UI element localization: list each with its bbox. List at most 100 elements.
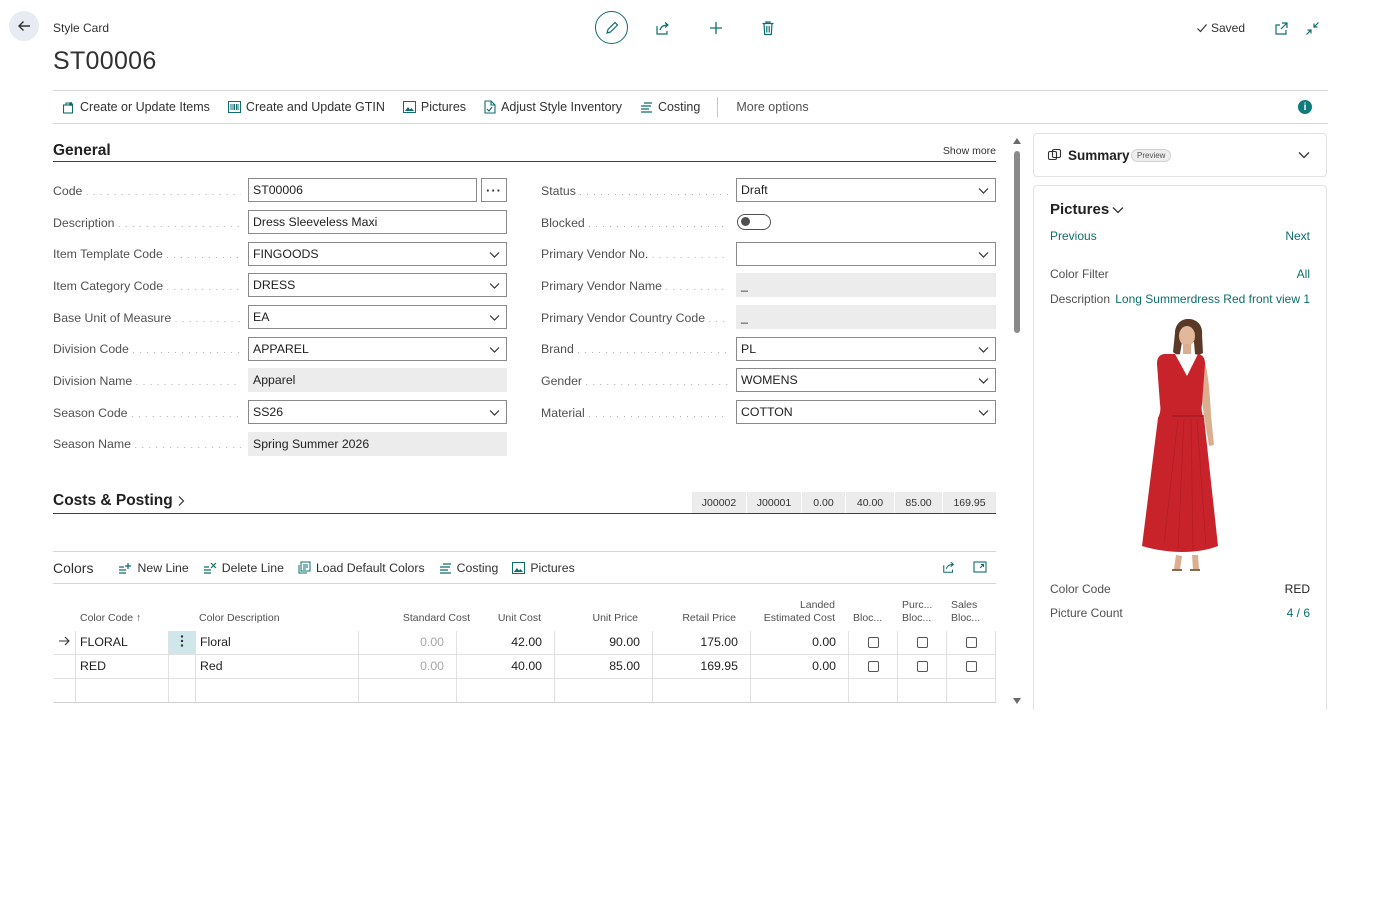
sales-blocked-column-header[interactable]: Sales Bloc... — [951, 599, 980, 625]
table-row[interactable]: FLORAL Floral 0.00 42.00 90.00 175.00 0.… — [53, 631, 996, 655]
retail-price-column-header[interactable]: Retail Price — [651, 612, 736, 625]
division-code-select[interactable]: APPAREL — [248, 337, 507, 361]
retail-price-cell[interactable]: 175.00 — [652, 631, 750, 654]
color-code-column-header[interactable]: Color Code ↑ — [80, 612, 141, 625]
unit-cost-cell[interactable]: 40.00 — [456, 655, 554, 678]
chevron-down-icon[interactable] — [1298, 150, 1310, 160]
blocked-toggle[interactable] — [737, 214, 771, 230]
table-row[interactable]: RED Red 0.00 40.00 85.00 169.95 0.00 — [53, 655, 996, 679]
material-select[interactable]: COTTON — [736, 400, 996, 424]
code-assist-button[interactable]: ··· — [481, 178, 507, 202]
empty-cell[interactable] — [75, 679, 168, 702]
share-button[interactable] — [652, 17, 674, 39]
color-code-cell[interactable]: FLORAL — [75, 631, 168, 654]
picture-icon — [402, 101, 416, 113]
brand-select[interactable]: PL — [736, 337, 996, 361]
adjust-style-inventory-button[interactable]: Adjust Style Inventory — [484, 100, 622, 114]
purch-blocked-checkbox[interactable] — [917, 637, 928, 648]
new-button[interactable] — [705, 17, 727, 39]
empty-cell[interactable] — [195, 679, 358, 702]
color-description-cell[interactable]: Red — [195, 655, 358, 678]
blocked-column-header[interactable]: Bloc... — [853, 612, 882, 625]
colors-share-button[interactable] — [942, 560, 956, 574]
costing-button[interactable]: Costing — [640, 100, 700, 114]
picture-count-value[interactable]: 4 / 6 — [1287, 606, 1310, 620]
description-label: Description — [1050, 292, 1111, 306]
purchasing-blocked-column-header[interactable]: Purc... Bloc... — [902, 599, 932, 625]
code-label: Code — [53, 184, 241, 198]
sales-blocked-checkbox[interactable] — [966, 661, 977, 672]
load-default-colors-button[interactable]: Load Default Colors — [298, 561, 425, 575]
create-and-update-gtin-button[interactable]: Create and Update GTIN — [227, 100, 385, 114]
brand-value: PL — [741, 342, 757, 356]
unit-price-cell[interactable]: 90.00 — [554, 631, 652, 654]
pictures-factbox-header[interactable]: Pictures — [1050, 201, 1124, 218]
purch-blocked-checkbox[interactable] — [917, 661, 928, 672]
status-select[interactable]: Draft — [736, 178, 996, 202]
colors-pictures-button[interactable]: Pictures — [512, 561, 575, 575]
unit-cost-cell[interactable]: 42.00 — [456, 631, 554, 654]
division-name-label: Division Name — [53, 374, 241, 388]
general-section-header[interactable]: General Show more — [53, 142, 996, 162]
unit-cost-column-header[interactable]: Unit Cost — [457, 612, 541, 625]
empty-cell[interactable] — [456, 679, 554, 702]
color-description-cell[interactable]: Floral — [195, 631, 358, 654]
description-label: Description — [53, 216, 241, 230]
base-unit-of-measure-select[interactable]: EA — [248, 305, 507, 329]
show-more-link[interactable]: Show more — [943, 145, 996, 157]
sales-blocked-checkbox[interactable] — [966, 637, 977, 648]
previous-picture-link[interactable]: Previous — [1050, 229, 1097, 243]
new-line-button[interactable]: New Line — [118, 561, 189, 575]
colors-expand-button[interactable] — [973, 560, 987, 574]
item-category-code-select[interactable]: DRESS — [248, 273, 507, 297]
landed-cost-cell[interactable]: 0.00 — [750, 655, 848, 678]
landed-estimated-cost-column-header[interactable]: Landed Estimated Cost — [750, 599, 835, 625]
code-field[interactable]: ST00006 — [248, 178, 477, 202]
description-field[interactable]: Dress Sleeveless Maxi — [248, 210, 507, 234]
edit-button[interactable] — [595, 11, 628, 44]
gender-select[interactable]: WOMENS — [736, 368, 996, 392]
unit-price-cell[interactable]: 85.00 — [554, 655, 652, 678]
colors-costing-button[interactable]: Costing — [439, 561, 498, 575]
collapse-button[interactable] — [1301, 17, 1323, 39]
item-template-code-select[interactable]: FINGOODS — [248, 242, 507, 266]
delete-line-button[interactable]: Delete Line — [203, 561, 284, 575]
unit-price-column-header[interactable]: Unit Price — [553, 612, 638, 625]
empty-cell[interactable] — [652, 679, 750, 702]
empty-cell — [358, 679, 456, 702]
color-code-cell[interactable]: RED — [75, 655, 168, 678]
create-or-update-items-button[interactable]: Create or Update Items — [62, 100, 210, 114]
primary-vendor-no-select[interactable] — [736, 242, 996, 266]
scroll-up-icon[interactable] — [1013, 138, 1021, 144]
open-new-window-button[interactable] — [1270, 17, 1292, 39]
scrollbar-thumb[interactable] — [1014, 151, 1020, 333]
empty-new-row[interactable] — [53, 679, 996, 703]
season-code-select[interactable]: SS26 — [248, 400, 507, 424]
retail-price-cell[interactable]: 169.95 — [652, 655, 750, 678]
color-description-column-header[interactable]: Color Description — [199, 612, 280, 625]
next-picture-link[interactable]: Next — [1285, 229, 1310, 243]
costs-summary-value: 85.00 — [894, 492, 942, 513]
delete-button[interactable] — [757, 17, 779, 39]
blocked-checkbox[interactable] — [868, 637, 879, 648]
costs-posting-section-header[interactable]: Costs & Posting J00002 J00001 0.00 40.00… — [53, 492, 996, 514]
blocked-checkbox[interactable] — [868, 661, 879, 672]
scroll-down-icon[interactable] — [1013, 698, 1021, 704]
standard-cost-column-header[interactable]: Standard Cost — [359, 612, 470, 625]
back-button[interactable] — [9, 11, 39, 41]
standard-cost-cell: 0.00 — [358, 655, 456, 678]
landed-cost-cell[interactable]: 0.00 — [750, 631, 848, 654]
sort-ascending-icon: ↑ — [136, 612, 142, 624]
empty-cell[interactable] — [750, 679, 848, 702]
picture-description-value[interactable]: Long Summerdress Red front view 1 — [1115, 292, 1310, 306]
pictures-button[interactable]: Pictures — [402, 100, 466, 114]
info-icon[interactable]: i — [1298, 100, 1312, 114]
color-filter-value[interactable]: All — [1297, 267, 1310, 281]
style-picture[interactable] — [1134, 319, 1238, 579]
empty-cell[interactable] — [554, 679, 652, 702]
picture-icon — [512, 561, 526, 574]
more-options-button[interactable]: More options — [736, 100, 808, 114]
row-actions-button[interactable] — [168, 631, 195, 654]
summary-factbox[interactable]: Summary Preview — [1033, 133, 1327, 177]
chevron-down-icon — [489, 344, 500, 355]
